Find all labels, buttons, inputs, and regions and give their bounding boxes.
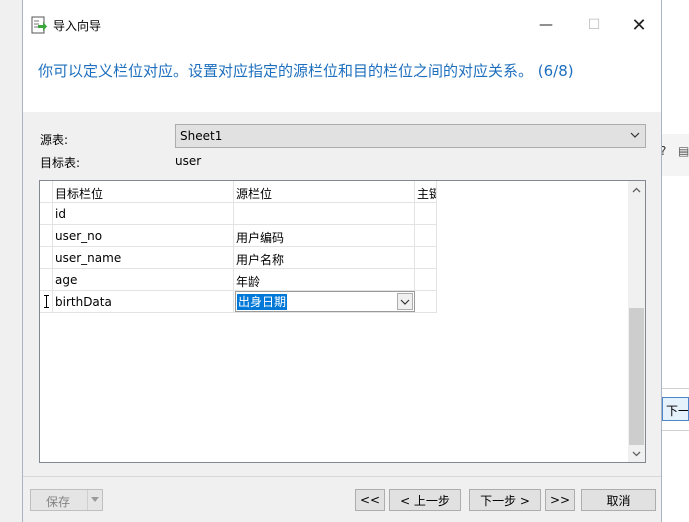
primary-key-cell[interactable] xyxy=(415,291,437,313)
field-mapping-grid[interactable]: 目标栏位 源栏位 主键 id user_no 用户编码 user_name 用户… xyxy=(39,180,646,463)
maximize-button[interactable]: ☐ xyxy=(576,10,612,40)
target-table-label: 目标表: xyxy=(40,156,81,170)
wizard-heading: 你可以定义栏位对应。设置对应指定的源栏位和目的栏位之间的对应关系。 (6/8) xyxy=(23,48,661,112)
scroll-down-button[interactable] xyxy=(628,445,645,462)
background-toolbar-icon: ▤ xyxy=(678,144,689,158)
chevron-down-icon xyxy=(630,132,640,138)
source-field-selected-value: 出身日期 xyxy=(237,294,288,310)
scroll-thumb[interactable] xyxy=(629,308,644,445)
target-table-value: user xyxy=(175,154,202,168)
target-field-cell[interactable]: user_name xyxy=(53,247,234,269)
dropdown-button[interactable] xyxy=(397,293,413,310)
column-header-target[interactable]: 目标栏位 xyxy=(53,181,234,203)
footer-divider xyxy=(23,476,661,477)
source-field-dropdown[interactable]: 出身日期 xyxy=(235,291,415,312)
source-table-value: Sheet1 xyxy=(180,129,223,143)
import-wizard-dialog: 导入向导 — ☐ ✕ 你可以定义栏位对应。设置对应指定的源栏位和目的栏位之间的对… xyxy=(22,0,662,522)
target-field-cell[interactable]: age xyxy=(53,269,234,291)
target-field-cell[interactable]: birthData xyxy=(53,291,234,313)
source-table-select[interactable]: Sheet1 xyxy=(175,124,646,148)
chevron-down-icon xyxy=(400,299,410,305)
edit-cursor-icon xyxy=(44,295,49,308)
target-field-cell[interactable]: id xyxy=(53,203,234,225)
close-button[interactable]: ✕ xyxy=(621,10,657,40)
minimize-button[interactable]: — xyxy=(528,10,564,40)
primary-key-cell[interactable] xyxy=(415,269,437,291)
vertical-scrollbar[interactable] xyxy=(628,181,645,462)
split-divider xyxy=(87,490,88,510)
primary-key-cell[interactable] xyxy=(415,225,437,247)
save-button-label: 保存 xyxy=(46,495,71,509)
column-header-source[interactable]: 源栏位 xyxy=(234,181,415,203)
grid-header-row: 目标栏位 源栏位 主键 xyxy=(40,181,438,203)
heading-text: 你可以定义栏位对应。设置对应指定的源栏位和目的栏位之间的对应关系。 (6/8) xyxy=(38,62,574,80)
source-field-cell[interactable]: 用户名称 xyxy=(234,247,415,269)
first-step-button[interactable]: << xyxy=(355,489,385,511)
table-row[interactable]: user_name 用户名称 xyxy=(40,247,438,269)
row-indicator[interactable] xyxy=(40,203,53,225)
table-row[interactable]: age 年龄 xyxy=(40,269,438,291)
table-row-editing[interactable]: birthData 出身日期 xyxy=(40,291,438,313)
previous-step-button[interactable]: < 上一步 xyxy=(389,489,461,511)
row-indicator[interactable] xyxy=(40,225,53,247)
table-row[interactable]: user_no 用户编码 xyxy=(40,225,438,247)
column-header-key[interactable]: 主键 xyxy=(415,181,437,203)
source-field-cell[interactable] xyxy=(234,203,415,225)
window-title: 导入向导 xyxy=(53,19,102,33)
source-field-cell[interactable]: 年龄 xyxy=(234,269,415,291)
table-row[interactable]: id xyxy=(40,203,438,225)
primary-key-cell[interactable] xyxy=(415,247,437,269)
source-table-label: 源表: xyxy=(40,133,69,147)
row-indicator-header xyxy=(40,181,53,203)
row-indicator[interactable] xyxy=(40,269,53,291)
row-indicator-editing[interactable] xyxy=(40,291,53,313)
import-wizard-icon xyxy=(31,16,47,34)
source-field-cell[interactable]: 用户编码 xyxy=(234,225,415,247)
cancel-button[interactable]: 取消 xyxy=(581,489,656,511)
title-bar[interactable]: 导入向导 — ☐ ✕ xyxy=(23,0,661,48)
scroll-up-button[interactable] xyxy=(628,181,645,198)
row-indicator[interactable] xyxy=(40,247,53,269)
next-step-button[interactable]: 下一步 > xyxy=(469,489,541,511)
save-button[interactable]: 保存 xyxy=(30,489,103,511)
background-next-button[interactable]: 下一 xyxy=(662,397,689,421)
chevron-down-icon xyxy=(632,451,641,456)
target-field-cell[interactable]: user_no xyxy=(53,225,234,247)
caret-down-icon[interactable] xyxy=(90,494,100,504)
last-step-button[interactable]: >> xyxy=(545,489,575,511)
primary-key-cell[interactable] xyxy=(415,203,437,225)
chevron-up-icon xyxy=(632,187,641,192)
